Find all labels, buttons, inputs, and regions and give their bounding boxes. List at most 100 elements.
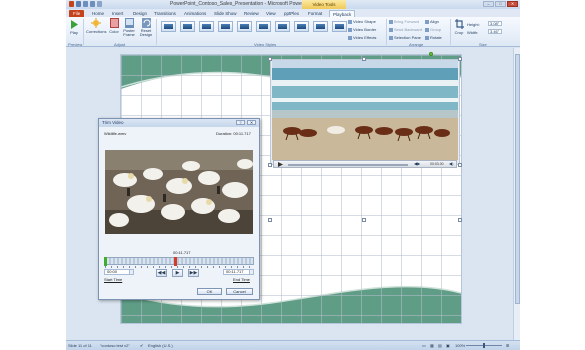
video-style-thumb-4[interactable] [218, 21, 233, 32]
video-style-thumb-1[interactable] [161, 21, 176, 32]
tab-playback[interactable]: Playback [329, 10, 356, 17]
selection-pane-command[interactable]: Selection Pane [389, 35, 421, 40]
window-controls: – □ ✕ [483, 1, 518, 7]
corrections-button[interactable]: Corrections [86, 18, 106, 34]
poster-frame-icon [124, 18, 134, 28]
dialog-play-button[interactable]: ▶ [172, 269, 183, 277]
previous-frame-button[interactable]: ◀◀ [156, 269, 167, 277]
group-label-preview: Preview [68, 42, 83, 47]
maximize-button[interactable]: □ [495, 1, 506, 7]
resize-handle[interactable] [362, 218, 366, 222]
trim-timeline[interactable] [104, 257, 254, 268]
close-button[interactable]: ✕ [507, 1, 518, 7]
video-style-thumb-7[interactable] [275, 21, 290, 32]
video-step-icon[interactable]: ◀▶ [414, 161, 420, 166]
dialog-close-button[interactable]: ✕ [247, 120, 256, 125]
zoom-slider-thumb[interactable] [483, 343, 485, 348]
zoom-slider[interactable] [466, 343, 502, 348]
tab-file[interactable]: File [69, 10, 85, 17]
video-style-thumb-6[interactable] [256, 21, 271, 32]
video-time: 00:03.00 [430, 162, 444, 166]
align-label: Align [430, 19, 439, 24]
volume-icon[interactable]: ◀) [449, 161, 453, 166]
end-time-spinner[interactable] [249, 270, 253, 274]
reading-view-icon[interactable]: ▤ [438, 343, 442, 348]
resize-handle[interactable] [362, 57, 366, 61]
tab-slide-show[interactable]: Slide Show [214, 10, 237, 17]
customize-qat-icon[interactable] [97, 1, 102, 7]
width-input[interactable]: 3.46" [488, 29, 502, 34]
powerpoint-logo-icon[interactable] [69, 1, 74, 7]
undo-icon[interactable] [83, 1, 88, 7]
poster-frame-button[interactable]: Poster Frame [122, 18, 136, 37]
send-backward-command[interactable]: Send Backward [389, 27, 422, 32]
save-icon[interactable] [76, 1, 81, 7]
video-style-thumb-9[interactable] [313, 21, 328, 32]
ok-button[interactable]: OK [197, 288, 222, 295]
color-button[interactable]: Color [108, 18, 120, 34]
video-shape-command[interactable]: Video Shape [348, 19, 376, 24]
video-style-thumb-5[interactable] [237, 21, 252, 32]
vertical-scrollbar[interactable] [513, 48, 520, 340]
resize-handle[interactable] [458, 163, 462, 167]
rotation-handle[interactable] [429, 52, 433, 56]
spell-check-icon[interactable]: ✔ [140, 343, 143, 348]
video-seek-bar[interactable] [288, 164, 408, 166]
tab-insert[interactable]: Insert [112, 10, 123, 17]
resize-handle[interactable] [458, 57, 462, 61]
resize-handle[interactable] [268, 57, 272, 61]
theme-name[interactable]: "contoso test v2" [100, 343, 130, 348]
video-play-icon[interactable] [278, 162, 283, 167]
video-style-thumb-10[interactable] [332, 21, 347, 32]
reset-design-button[interactable]: Reset Design [138, 18, 154, 37]
resize-handle[interactable] [268, 218, 272, 222]
language-indicator[interactable]: English (U.S.) [148, 343, 173, 348]
tab-transitions[interactable]: Transitions [154, 10, 176, 17]
video-style-thumb-2[interactable] [180, 21, 195, 32]
group-label-adjust: Adjust [114, 42, 126, 47]
start-time-input[interactable]: 00:00 [104, 269, 134, 275]
slide-show-icon[interactable]: ▣ [446, 343, 450, 348]
start-trim-marker[interactable] [104, 257, 107, 266]
slide-video[interactable]: ◀▶ 00:03.00 ◀) [270, 59, 460, 168]
tab-home[interactable]: Home [92, 10, 104, 17]
tab-animations[interactable]: Animations [184, 10, 206, 17]
bring-forward-command[interactable]: Bring Forward [389, 19, 419, 24]
help-button[interactable]: ? [236, 120, 245, 125]
minimize-button[interactable]: – [483, 1, 494, 7]
end-trim-marker[interactable] [174, 257, 177, 266]
crop-button[interactable]: Crop [453, 19, 465, 35]
video-effects-command[interactable]: Video Effects [348, 35, 376, 40]
redo-icon[interactable] [90, 1, 95, 7]
end-time-label: End Time [233, 277, 250, 282]
group-command[interactable]: Group [425, 27, 441, 32]
rotate-command[interactable]: Rotate [425, 35, 442, 40]
group-label-size: Size [479, 42, 487, 47]
align-command[interactable]: Align [425, 19, 439, 24]
height-input[interactable]: 3.08" [488, 21, 502, 26]
slide-sorter-icon[interactable]: ▦ [430, 343, 434, 348]
next-frame-button[interactable]: ▶▶ [188, 269, 199, 277]
tab-review[interactable]: Review [244, 10, 259, 17]
play-button[interactable]: Play [68, 20, 80, 35]
zoom-level[interactable]: 100% [455, 343, 465, 348]
video-style-thumb-8[interactable] [294, 21, 309, 32]
video-style-thumb-3[interactable] [199, 21, 214, 32]
tab-view[interactable]: View [266, 10, 276, 17]
normal-view-icon[interactable]: ▭ [422, 343, 426, 348]
group-icon [425, 28, 429, 32]
video-effects-label: Video Effects [353, 35, 377, 40]
resize-handle[interactable] [458, 218, 462, 222]
resize-handle[interactable] [268, 163, 272, 167]
color-label: Color [109, 29, 119, 34]
tab-design[interactable]: Design [133, 10, 147, 17]
fit-to-window-icon[interactable]: ⊞ [506, 343, 509, 348]
scrollbar-thumb[interactable] [515, 54, 520, 304]
video-border-command[interactable]: Video Border [348, 27, 376, 32]
start-time-spinner[interactable] [129, 270, 133, 274]
tab-format[interactable]: Format [308, 10, 322, 17]
cancel-button[interactable]: Cancel [226, 288, 253, 295]
start-time-label: Start Time [104, 277, 123, 282]
tab-pptplex[interactable]: pptPlex [284, 10, 299, 17]
end-time-input[interactable]: 00:11.717 [223, 269, 254, 275]
